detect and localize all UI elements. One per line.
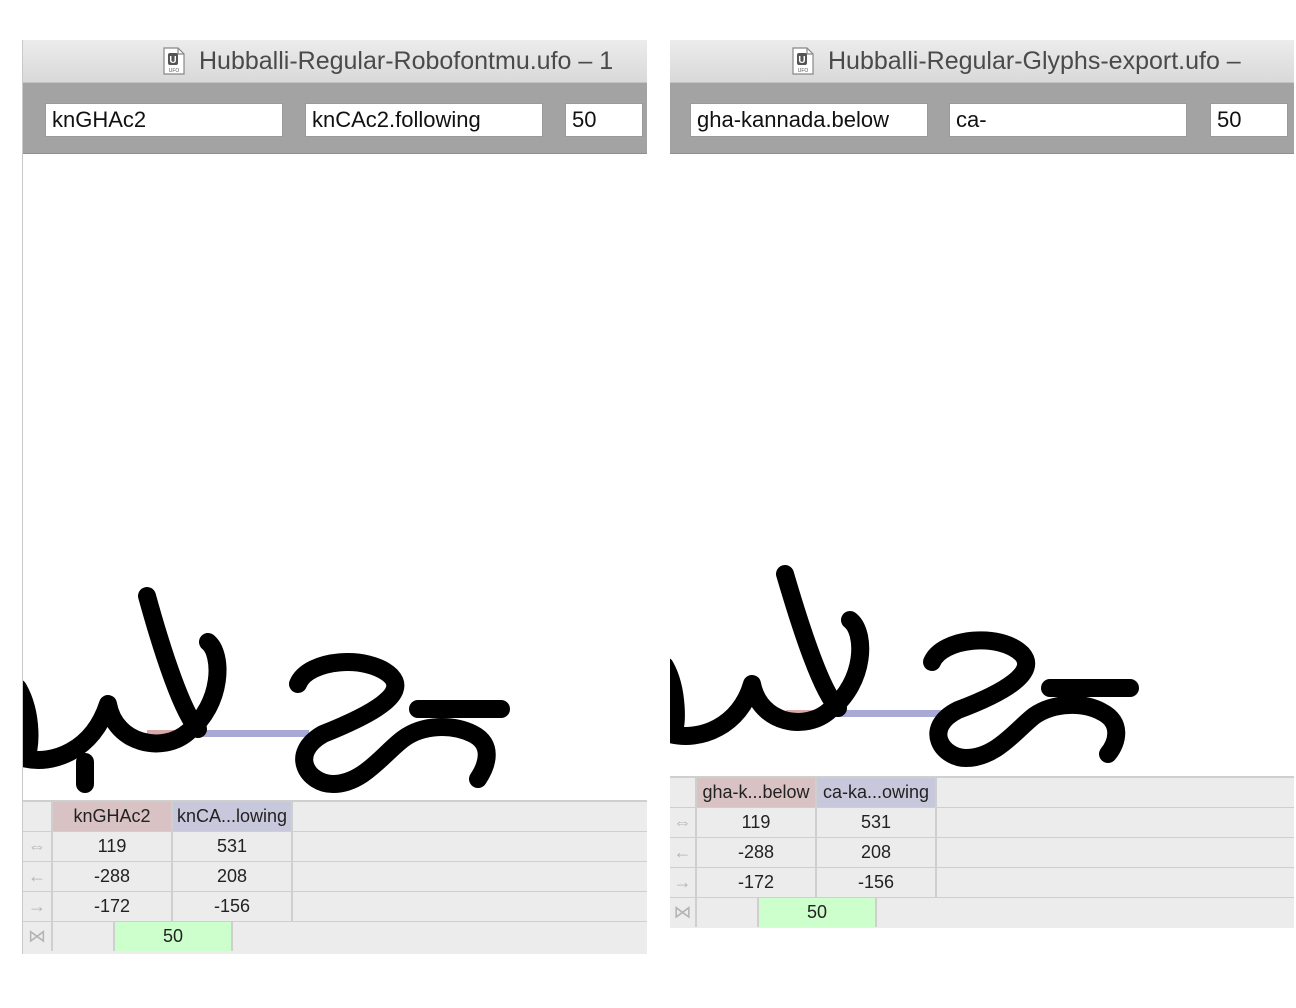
right-glyph-input[interactable]: ca- [949,103,1187,137]
left-window: U UFO Hubballi-Regular-Robofontmu.ufo – … [22,40,647,954]
right-glyph-width: 531 [173,832,293,861]
table-row: → -172 -156 [670,868,1294,898]
window-title: U UFO Hubballi-Regular-Robofontmu.ufo – … [163,40,613,82]
window-title-text: Hubballi-Regular-Glyphs-export.ufo – [828,46,1241,75]
left-glyph-input[interactable]: knGHAc2 [45,103,283,137]
window-titlebar[interactable]: U UFO Hubballi-Regular-Robofontmu.ufo – … [23,40,647,83]
glyph-outlines [23,587,510,793]
width-arrows-icon: ⇔ [23,832,53,861]
left-glyph-width: 119 [697,808,817,837]
kerning-toolbar: gha-kannada.below ca- 50 [670,83,1294,154]
table-row: ⇔ 119 531 [23,832,647,862]
right-glyph-rsb: -156 [817,868,937,897]
glyph-info-table: gha-k...below ca-ka...owing ⇔ 119 531 ← … [670,776,1294,928]
svg-text:U: U [798,55,805,66]
kerning-value-cell[interactable]: 50 [113,922,233,951]
right-glyph-lsb: 208 [173,862,293,891]
kerning-bowtie-icon: ⋈ [23,922,53,951]
right-glyph-lsb: 208 [817,838,937,867]
svg-text:U: U [169,55,176,66]
left-glyph-rsb: -172 [53,892,173,921]
window-title: U UFO Hubballi-Regular-Glyphs-export.ufo… [792,40,1241,82]
ufo-file-icon: U UFO [163,47,185,75]
svg-text:UFO: UFO [798,68,809,74]
table-row: ← -288 208 [670,838,1294,868]
glyph-info-table: knGHAc2 knCA...lowing ⇔ 119 531 ← -288 2… [23,800,647,954]
left-arrow-icon: ← [670,838,697,867]
table-row: ⇔ 119 531 [670,808,1294,838]
right-glyph-header: ca-ka...owing [817,778,937,807]
left-glyph-rsb: -172 [697,868,817,897]
left-arrow-icon: ← [23,862,53,891]
glyph-preview-canvas[interactable] [670,154,1294,776]
right-window: U UFO Hubballi-Regular-Glyphs-export.ufo… [670,40,1294,928]
glyph-outlines [670,565,1139,767]
right-glyph-header: knCA...lowing [173,802,293,831]
kerning-row: ⋈ 50 [23,922,647,952]
window-title-text: Hubballi-Regular-Robofontmu.ufo – 1 [199,46,614,75]
glyph-preview-canvas[interactable] [23,154,647,800]
kerning-value-input[interactable]: 50 [1210,103,1288,137]
left-glyph-input[interactable]: gha-kannada.below [690,103,928,137]
table-row: ← -288 208 [23,862,647,892]
left-glyph-header: knGHAc2 [53,802,173,831]
left-glyph-lsb: -288 [53,862,173,891]
kerning-bowtie-icon: ⋈ [670,898,697,927]
right-glyph-rsb: -156 [173,892,293,921]
table-header-row: gha-k...below ca-ka...owing [670,778,1294,808]
right-arrow-icon: → [23,892,53,921]
right-glyph-width: 531 [817,808,937,837]
right-arrow-icon: → [670,868,697,897]
right-glyph-input[interactable]: knCAc2.following [305,103,543,137]
table-row: → -172 -156 [23,892,647,922]
ufo-file-icon: U UFO [792,47,814,75]
left-glyph-header: gha-k...below [697,778,817,807]
width-arrows-icon: ⇔ [670,808,697,837]
kerning-toolbar: knGHAc2 knCAc2.following 50 [23,83,647,154]
kerning-value-input[interactable]: 50 [565,103,643,137]
table-header-row: knGHAc2 knCA...lowing [23,802,647,832]
window-titlebar[interactable]: U UFO Hubballi-Regular-Glyphs-export.ufo… [670,40,1294,83]
svg-text:UFO: UFO [169,68,180,74]
kerning-row: ⋈ 50 [670,898,1294,928]
kerning-value-cell[interactable]: 50 [757,898,877,927]
left-glyph-width: 119 [53,832,173,861]
left-glyph-lsb: -288 [697,838,817,867]
